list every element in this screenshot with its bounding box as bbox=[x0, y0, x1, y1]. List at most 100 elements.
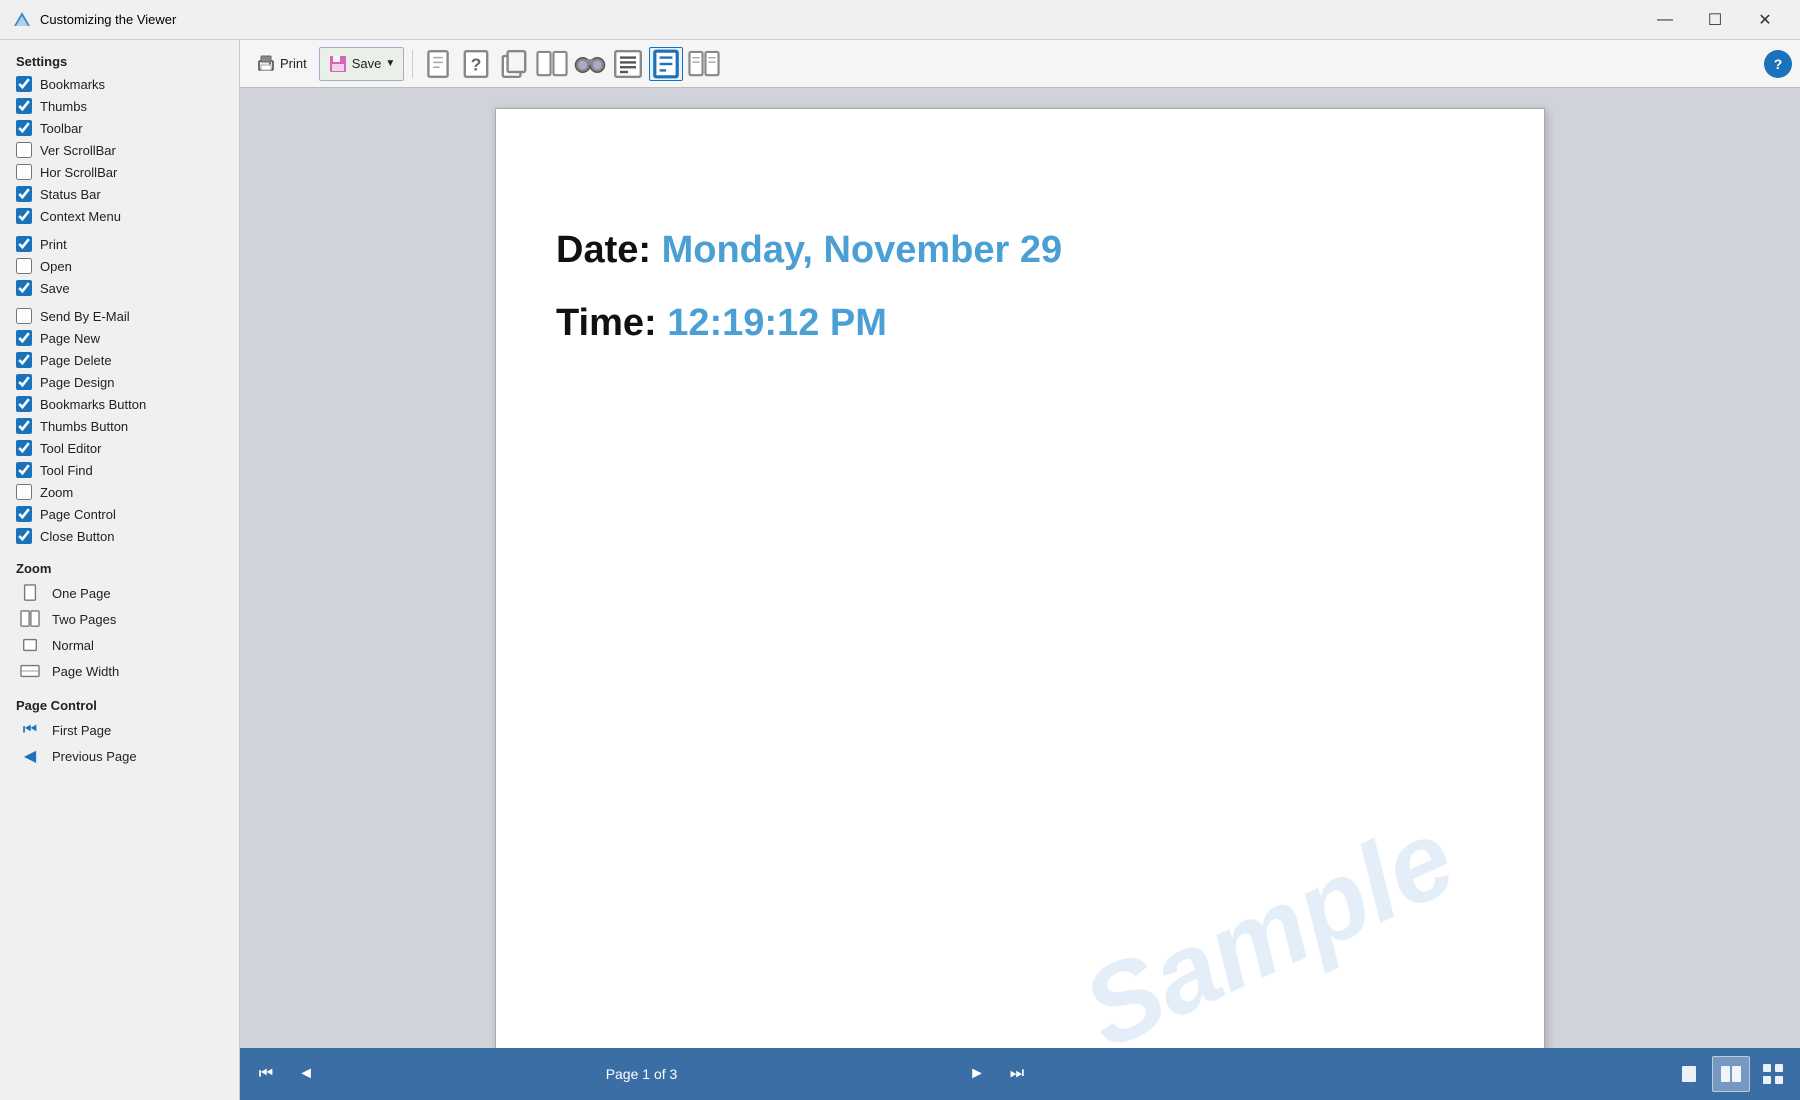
binoculars-btn[interactable] bbox=[573, 47, 607, 81]
help-button[interactable]: ? bbox=[1764, 50, 1792, 78]
zoom-item-normal[interactable]: Normal bbox=[0, 632, 239, 658]
sidebar-item-close-button[interactable]: Close Button bbox=[0, 525, 239, 547]
sidebar-item-tool-find[interactable]: Tool Find bbox=[0, 459, 239, 481]
checkbox-print[interactable] bbox=[16, 236, 32, 252]
view-single-button[interactable] bbox=[1670, 1056, 1708, 1092]
checkbox-page-delete[interactable] bbox=[16, 352, 32, 368]
sidebar-item-page-design[interactable]: Page Design bbox=[0, 371, 239, 393]
sidebar-item-send-email[interactable]: Send By E-Mail bbox=[0, 305, 239, 327]
save-dropdown-arrow[interactable]: ▼ bbox=[385, 58, 395, 69]
sidebar-item-status-bar[interactable]: Status Bar bbox=[0, 183, 239, 205]
time-line: Time: 12:19:12 PM bbox=[556, 302, 1484, 345]
view-grid-button[interactable] bbox=[1754, 1056, 1792, 1092]
zoom-label-one-page: One Page bbox=[52, 586, 111, 601]
doc-area: Sample Date: Monday, November 29 Time: 1… bbox=[240, 88, 1800, 1048]
single-page-btn[interactable] bbox=[421, 47, 455, 81]
checkbox-open[interactable] bbox=[16, 258, 32, 274]
sidebar-item-context-menu[interactable]: Context Menu bbox=[0, 205, 239, 227]
svg-text:?: ? bbox=[471, 54, 482, 74]
zoom-item-two-pages[interactable]: Two Pages bbox=[0, 606, 239, 632]
title-bar: Customizing the Viewer — ☐ ✕ bbox=[0, 0, 1800, 40]
last-page-button[interactable]: ⏭ bbox=[999, 1056, 1035, 1092]
main-layout: Settings BookmarksThumbsToolbarVer Scrol… bbox=[0, 40, 1800, 1100]
label-thumbs: Thumbs bbox=[40, 99, 87, 114]
checkbox-page-design[interactable] bbox=[16, 374, 32, 390]
sidebar-item-bookmarks[interactable]: Bookmarks bbox=[0, 73, 239, 95]
checkbox-thumbs-button[interactable] bbox=[16, 418, 32, 434]
zoom-label-normal: Normal bbox=[52, 638, 94, 653]
checkbox-page-new[interactable] bbox=[16, 330, 32, 346]
sidebar-item-page-control[interactable]: Page Control bbox=[0, 503, 239, 525]
checkbox-ver-scrollbar[interactable] bbox=[16, 142, 32, 158]
label-save: Save bbox=[40, 281, 70, 296]
page-ctrl-icon-previous-page: ◀ bbox=[16, 746, 44, 766]
page-ctrl-item-first-page[interactable]: ⏮First Page bbox=[0, 717, 239, 743]
checkbox-send-email[interactable] bbox=[16, 308, 32, 324]
sidebar-item-page-new[interactable]: Page New bbox=[0, 327, 239, 349]
printer-icon bbox=[256, 54, 276, 74]
multi-col-icon bbox=[688, 49, 720, 78]
label-print: Print bbox=[40, 237, 67, 252]
checkbox-save[interactable] bbox=[16, 280, 32, 296]
zoom-icon-page-width bbox=[16, 661, 44, 681]
checkbox-bookmarks[interactable] bbox=[16, 76, 32, 92]
checkbox-status-bar[interactable] bbox=[16, 186, 32, 202]
checkbox-bookmarks-button[interactable] bbox=[16, 396, 32, 412]
zoom-icon-two-pages bbox=[16, 609, 44, 629]
multi-col-btn[interactable] bbox=[687, 47, 721, 81]
sidebar: Settings BookmarksThumbsToolbarVer Scrol… bbox=[0, 40, 240, 1100]
sidebar-item-zoom[interactable]: Zoom bbox=[0, 481, 239, 503]
label-status-bar: Status Bar bbox=[40, 187, 101, 202]
page-ctrl-icon-first-page: ⏮ bbox=[16, 720, 44, 740]
sidebar-item-thumbs[interactable]: Thumbs bbox=[0, 95, 239, 117]
checkbox-zoom[interactable] bbox=[16, 484, 32, 500]
checkbox-thumbs[interactable] bbox=[16, 98, 32, 114]
print-button[interactable]: Print bbox=[248, 47, 315, 81]
page-info: Page 1 of 3 bbox=[328, 1066, 955, 1082]
two-page-icon bbox=[536, 49, 568, 78]
page-ctrl-item-previous-page[interactable]: ◀Previous Page bbox=[0, 743, 239, 769]
two-page-btn[interactable] bbox=[535, 47, 569, 81]
zoom-icon-one-page bbox=[16, 583, 44, 603]
checkbox-close-button[interactable] bbox=[16, 528, 32, 544]
zoom-items: One Page Two Pages Normal Page Width bbox=[0, 580, 239, 684]
sidebar-item-print[interactable]: Print bbox=[0, 233, 239, 255]
page-watermark: Sample bbox=[1064, 793, 1472, 1048]
text-view-btn[interactable] bbox=[611, 47, 645, 81]
time-label: Time: bbox=[556, 302, 657, 344]
close-button[interactable]: ✕ bbox=[1742, 4, 1788, 36]
sidebar-item-bookmarks-button[interactable]: Bookmarks Button bbox=[0, 393, 239, 415]
question-btn[interactable]: ? bbox=[459, 47, 493, 81]
single-col-btn[interactable] bbox=[649, 47, 683, 81]
save-button[interactable]: Save ▼ bbox=[319, 47, 405, 81]
checkbox-toolbar[interactable] bbox=[16, 120, 32, 136]
first-page-button[interactable]: ⏮ bbox=[248, 1056, 284, 1092]
checkbox-tool-editor[interactable] bbox=[16, 440, 32, 456]
copy-btn[interactable] bbox=[497, 47, 531, 81]
maximize-button[interactable]: ☐ bbox=[1692, 4, 1738, 36]
sidebar-item-thumbs-button[interactable]: Thumbs Button bbox=[0, 415, 239, 437]
view-book-button[interactable] bbox=[1712, 1056, 1750, 1092]
save-label: Save bbox=[352, 56, 382, 71]
document-page: Sample Date: Monday, November 29 Time: 1… bbox=[495, 108, 1545, 1048]
checkbox-page-control[interactable] bbox=[16, 506, 32, 522]
checkbox-tool-find[interactable] bbox=[16, 462, 32, 478]
sidebar-item-toolbar[interactable]: Toolbar bbox=[0, 117, 239, 139]
sidebar-item-hor-scrollbar[interactable]: Hor ScrollBar bbox=[0, 161, 239, 183]
save-icon bbox=[328, 54, 348, 74]
minimize-button[interactable]: — bbox=[1642, 4, 1688, 36]
zoom-item-page-width[interactable]: Page Width bbox=[0, 658, 239, 684]
next-page-button[interactable]: ► bbox=[959, 1056, 995, 1092]
sidebar-item-ver-scrollbar[interactable]: Ver ScrollBar bbox=[0, 139, 239, 161]
sidebar-item-save[interactable]: Save bbox=[0, 277, 239, 299]
view-book-icon bbox=[1720, 1064, 1742, 1084]
sidebar-item-page-delete[interactable]: Page Delete bbox=[0, 349, 239, 371]
zoom-item-one-page[interactable]: One Page bbox=[0, 580, 239, 606]
zoom-label-page-width: Page Width bbox=[52, 664, 119, 679]
toolbar: Print Save ▼ bbox=[240, 40, 1800, 88]
previous-page-button[interactable]: ◄ bbox=[288, 1056, 324, 1092]
sidebar-item-open[interactable]: Open bbox=[0, 255, 239, 277]
sidebar-item-tool-editor[interactable]: Tool Editor bbox=[0, 437, 239, 459]
checkbox-context-menu[interactable] bbox=[16, 208, 32, 224]
checkbox-hor-scrollbar[interactable] bbox=[16, 164, 32, 180]
